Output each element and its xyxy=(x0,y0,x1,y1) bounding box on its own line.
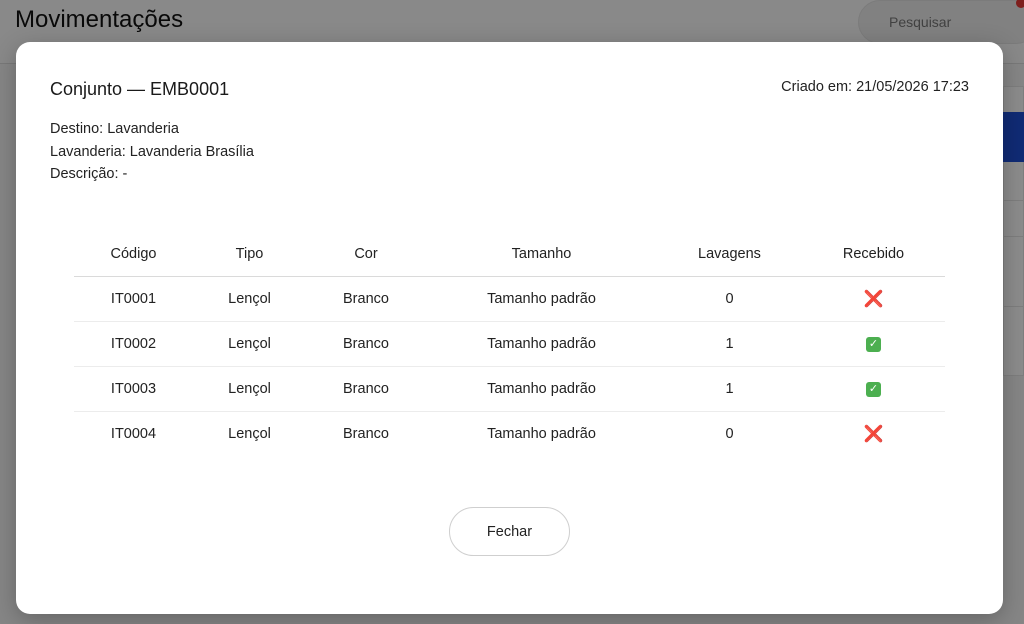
table-row: IT0004 Lençol Branco Tamanho padrão 0 ❌ xyxy=(74,411,945,456)
cell-washes: 1 xyxy=(657,366,802,412)
check-icon: ✓ xyxy=(866,337,881,352)
cell-size: Tamanho padrão xyxy=(426,321,657,367)
laundry-text: Lavanderia: Lavanderia Brasília xyxy=(50,143,254,160)
cell-color: Branco xyxy=(343,425,389,442)
cell-type: Lençol xyxy=(193,276,306,322)
set-details-modal: Conjunto — EMB0001 Criado em: 21/05/2026… xyxy=(16,42,1003,614)
cell-size: Tamanho padrão xyxy=(426,366,657,412)
column-header-type: Tipo xyxy=(193,233,306,277)
cross-icon: ❌ xyxy=(863,290,884,308)
cell-code: IT0004 xyxy=(110,425,157,442)
column-header-size: Tamanho xyxy=(426,233,657,277)
table-header-row: Código Tipo Cor Tamanho Lavagens Recebid… xyxy=(74,233,945,277)
cell-washes: 0 xyxy=(657,276,802,322)
cell-received: ✓ xyxy=(802,366,945,412)
cell-color: Branco xyxy=(306,276,426,322)
cell-received: ❌ xyxy=(802,411,945,456)
cell-color: Branco xyxy=(306,366,426,412)
cross-icon: ❌ xyxy=(863,425,884,443)
check-icon: ✓ xyxy=(866,382,881,397)
destination-text: Destino: Lavanderia xyxy=(50,121,179,137)
close-button[interactable]: Fechar xyxy=(449,507,570,556)
modal-title: Conjunto — EMB0001 xyxy=(50,79,230,99)
column-header-washes: Lavagens xyxy=(657,233,802,277)
items-table: Código Tipo Cor Tamanho Lavagens Recebid… xyxy=(74,233,945,456)
table-row: IT0003 Lençol Branco Tamanho padrão 1 ✓ xyxy=(74,366,945,412)
cell-received: ✓ xyxy=(802,321,945,367)
cell-type: Lençol xyxy=(193,321,306,367)
created-date: Criado em: 21/05/2026 17:23 xyxy=(781,79,969,95)
cell-type: Lençol xyxy=(228,425,271,442)
column-header-color: Cor xyxy=(306,233,426,277)
column-header-code: Código xyxy=(74,233,193,277)
cell-color: Branco xyxy=(306,321,426,367)
column-header-received: Recebido xyxy=(802,233,945,277)
cell-code: IT0003 xyxy=(74,366,193,412)
cell-washes: 1 xyxy=(657,321,802,367)
cell-size: Tamanho padrão xyxy=(487,425,596,442)
table-row: IT0001 Lençol Branco Tamanho padrão 0 ❌ xyxy=(74,276,945,322)
table-row: IT0002 Lençol Branco Tamanho padrão 1 ✓ xyxy=(74,321,945,367)
cell-size: Tamanho padrão xyxy=(426,276,657,322)
set-metadata: Destino: Lavanderia Lavanderia: Lavander… xyxy=(50,118,254,186)
cell-received: ❌ xyxy=(802,276,945,322)
cell-type: Lençol xyxy=(193,366,306,412)
cell-code: IT0001 xyxy=(74,276,193,322)
cell-washes: 0 xyxy=(725,425,734,442)
cell-code: IT0002 xyxy=(74,321,193,367)
description-text: Descrição: - xyxy=(50,166,128,182)
